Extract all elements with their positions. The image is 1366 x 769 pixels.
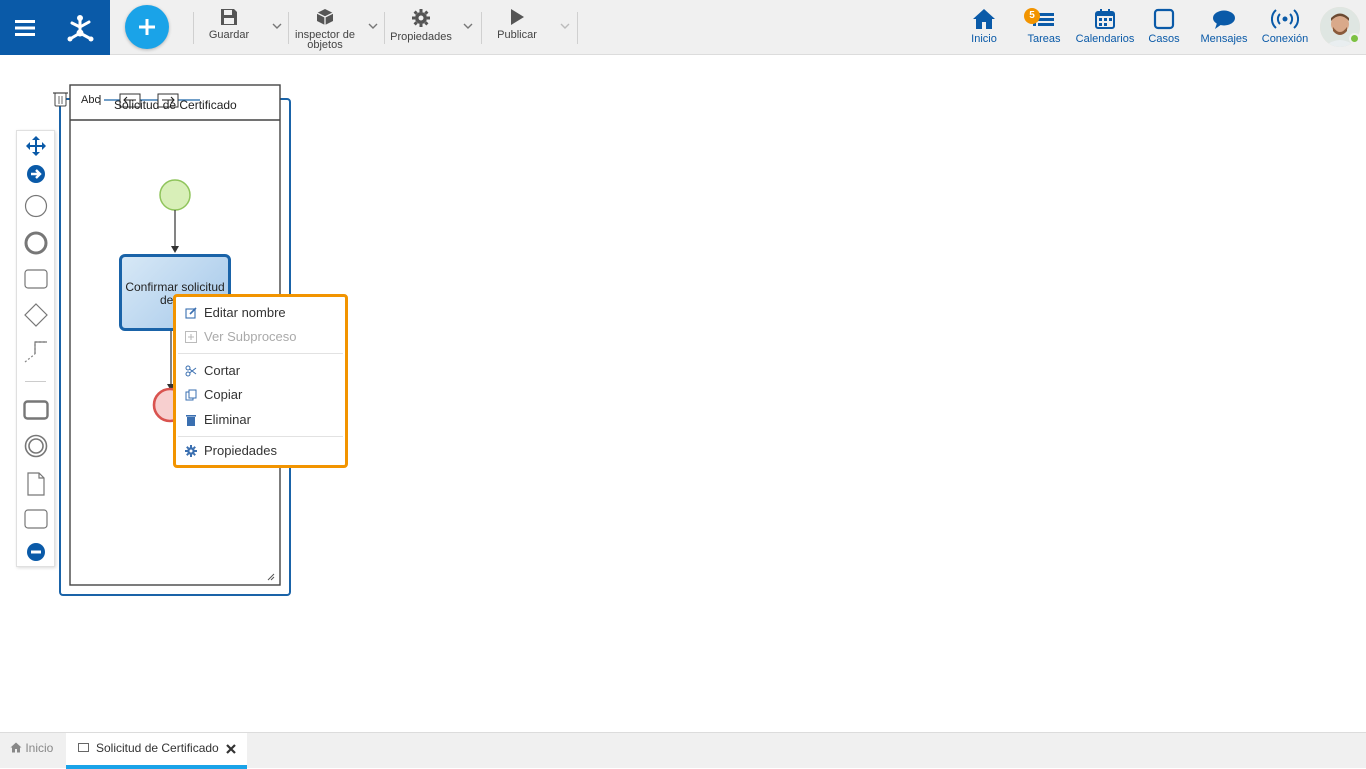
save-chevron-down-icon[interactable] xyxy=(271,20,283,32)
toolbar-divider xyxy=(577,12,578,44)
plus-square-icon xyxy=(185,331,197,343)
nav-calendars[interactable]: Calendarios xyxy=(1074,8,1136,45)
menu-item-delete[interactable]: Eliminar xyxy=(176,409,345,431)
bottom-tab-bar: Inicio Solicitud de Certificado xyxy=(0,732,1366,769)
hamburger-menu-button[interactable] xyxy=(0,0,50,55)
object-inspector-label: inspector de objetos xyxy=(295,29,355,51)
save-button[interactable]: Guardar xyxy=(204,8,254,41)
online-status-dot xyxy=(1349,33,1360,44)
close-icon[interactable] xyxy=(226,744,236,754)
cube-icon xyxy=(316,9,334,25)
pool-title[interactable]: Solicitud de Certificado xyxy=(114,98,237,112)
menu-item-properties[interactable]: Propiedades xyxy=(176,440,345,462)
gear-icon xyxy=(412,9,430,27)
tasks-count-badge: 5 xyxy=(1024,8,1040,24)
calendar-icon xyxy=(1095,9,1115,29)
context-menu: Editar nombre Ver Subproceso Cortar Copi… xyxy=(173,294,348,468)
menu-icon xyxy=(15,19,35,36)
nav-messages[interactable]: Mensajes xyxy=(1198,8,1250,45)
tab-home-label: Inicio xyxy=(25,741,54,755)
edit-icon xyxy=(185,307,197,319)
object-inspector-button[interactable]: inspector de objetos xyxy=(292,8,358,51)
toolbar-divider xyxy=(288,12,289,44)
menu-divider xyxy=(178,436,343,437)
save-label: Guardar xyxy=(208,29,250,41)
chat-icon xyxy=(1213,10,1235,29)
menu-item-copy-label: Copiar xyxy=(204,387,243,402)
trash-icon xyxy=(186,415,196,426)
document-tab-icon xyxy=(78,743,89,752)
menu-item-cut[interactable]: Cortar xyxy=(176,360,345,382)
play-icon xyxy=(511,9,524,25)
nav-messages-label: Mensajes xyxy=(1200,33,1248,45)
start-event[interactable] xyxy=(159,179,191,211)
case-icon xyxy=(1153,8,1175,30)
menu-item-properties-label: Propiedades xyxy=(204,443,277,458)
home-icon xyxy=(10,742,22,753)
nav-home[interactable]: Inicio xyxy=(964,8,1004,45)
properties-chevron-down-icon[interactable] xyxy=(462,20,474,32)
scissors-icon xyxy=(185,365,197,377)
publish-chevron-down-icon[interactable] xyxy=(559,20,571,32)
toolbar-divider xyxy=(193,12,194,44)
nav-connection[interactable]: Conexión xyxy=(1258,8,1312,45)
add-button[interactable] xyxy=(125,5,169,49)
properties-button[interactable]: Propiedades xyxy=(388,8,454,43)
tab-document[interactable]: Solicitud de Certificado xyxy=(66,733,247,769)
home-icon xyxy=(973,9,995,29)
tab-document-label: Solicitud de Certificado xyxy=(96,741,219,755)
menu-item-edit-name-label: Editar nombre xyxy=(204,305,286,320)
tab-home[interactable]: Inicio xyxy=(10,741,53,755)
logo-icon xyxy=(67,14,94,41)
publish-button[interactable]: Publicar xyxy=(492,8,542,41)
inspector-chevron-down-icon[interactable] xyxy=(367,20,379,32)
save-icon xyxy=(221,9,237,25)
nav-home-label: Inicio xyxy=(971,33,997,45)
publish-label: Publicar xyxy=(497,29,537,41)
nav-calendars-label: Calendarios xyxy=(1075,33,1135,45)
menu-divider xyxy=(178,353,343,354)
nav-tasks-label: Tareas xyxy=(1027,33,1061,45)
plus-icon xyxy=(139,19,155,35)
nav-cases[interactable]: Casos xyxy=(1144,8,1184,45)
top-toolbar: Guardar inspector de objetos Propiedades… xyxy=(0,0,1366,55)
toolbar-divider xyxy=(384,12,385,44)
menu-item-edit-name[interactable]: Editar nombre xyxy=(176,302,345,324)
broadcast-icon xyxy=(1271,9,1299,29)
gear-icon xyxy=(185,445,197,457)
trash-icon[interactable] xyxy=(53,92,68,107)
copy-icon xyxy=(185,389,197,401)
menu-item-view-subprocess[interactable]: Ver Subproceso xyxy=(176,326,345,348)
toolbar-divider xyxy=(481,12,482,44)
edit-text-tool[interactable]: Abc xyxy=(81,94,100,106)
menu-item-cut-label: Cortar xyxy=(204,363,241,378)
menu-item-copy[interactable]: Copiar xyxy=(176,384,345,406)
menu-item-view-subprocess-label: Ver Subproceso xyxy=(204,329,297,344)
menu-item-delete-label: Eliminar xyxy=(204,412,251,427)
nav-connection-label: Conexión xyxy=(1261,33,1309,45)
properties-label: Propiedades xyxy=(390,31,452,43)
app-logo[interactable] xyxy=(50,0,110,55)
nav-cases-label: Casos xyxy=(1148,33,1180,45)
